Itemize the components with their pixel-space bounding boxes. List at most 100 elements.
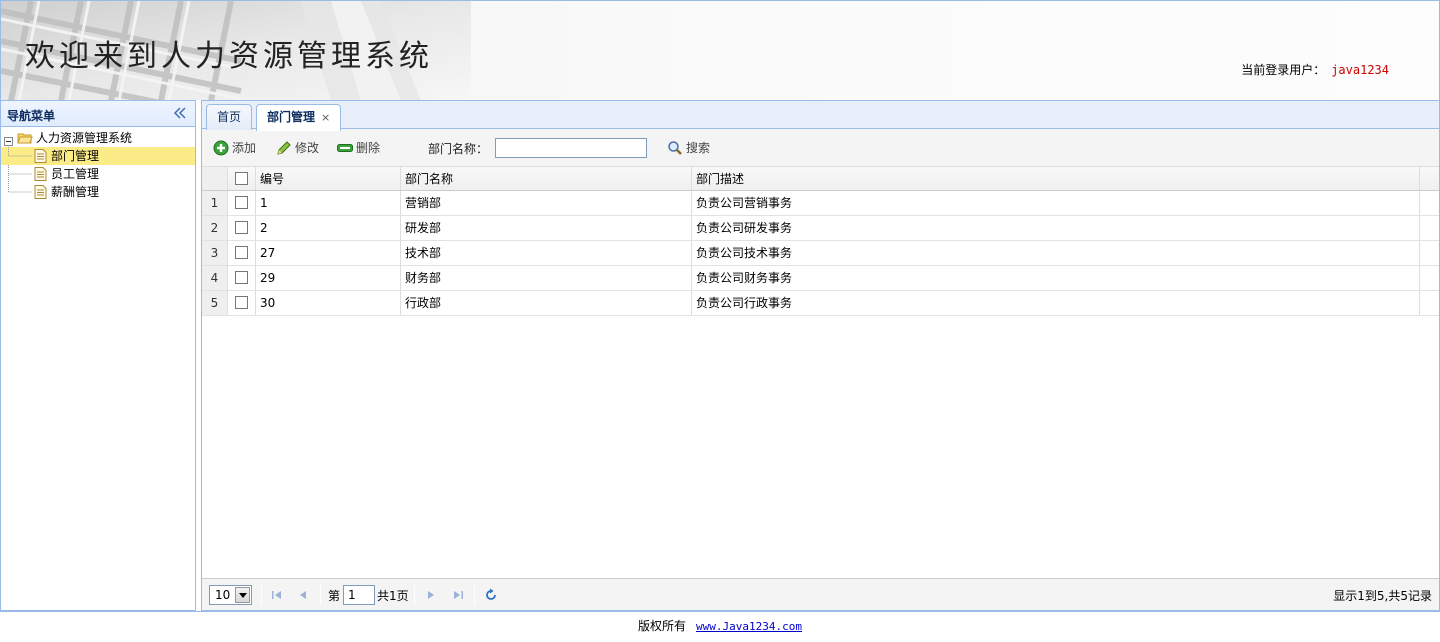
tabs-container: 首页 部门管理 × 添加 修改 删除 部门名称： 搜索 编号 部门名称 部门描述…: [201, 100, 1440, 611]
add-button[interactable]: 添加: [213, 139, 261, 157]
grid-body: 1 1 营销部 负责公司营销事务 2 2 研发部 负责公司研发事务 3 27 技术部 负责公司技术事务…: [202, 191, 1439, 316]
dropdown-arrow-icon[interactable]: [235, 587, 250, 603]
pencil-icon: [277, 141, 291, 155]
row-number: 4: [202, 266, 228, 290]
table-row[interactable]: 4 29 财务部 负责公司财务事务: [202, 266, 1439, 291]
login-username: java1234: [1331, 63, 1389, 77]
select-all-cell: [228, 167, 256, 190]
edit-button[interactable]: 修改: [276, 139, 324, 157]
footer: 版权所有 www.Java1234.com: [0, 611, 1440, 642]
delete-label: 删除: [356, 141, 381, 155]
cell-filler: [1420, 191, 1439, 215]
column-header-name[interactable]: 部门名称: [401, 167, 692, 190]
tab-label: 部门管理: [267, 110, 316, 124]
cell-desc: 负责公司营销事务: [692, 191, 1420, 215]
row-number-header: [202, 167, 228, 190]
last-page-icon[interactable]: [451, 588, 465, 602]
row-select-cell: [228, 291, 256, 315]
cell-name: 技术部: [401, 241, 692, 265]
table-row[interactable]: 5 30 行政部 负责公司行政事务: [202, 291, 1439, 316]
prev-page-icon[interactable]: [296, 588, 310, 602]
search-button[interactable]: 搜索: [667, 139, 715, 157]
cell-filler: [1420, 241, 1439, 265]
tab-home[interactable]: 首页: [206, 104, 253, 130]
refresh-icon[interactable]: [484, 588, 498, 602]
data-grid: 编号 部门名称 部门描述 1 1 营销部 负责公司营销事务 2 2 研发部 负责公司研发事务 3…: [202, 167, 1439, 316]
tab-label: 首页: [217, 110, 242, 124]
row-select-cell: [228, 266, 256, 290]
tree-node-root[interactable]: 人力资源管理系统: [1, 129, 195, 147]
page-total: 共1页: [377, 589, 409, 603]
sidebar-item-employee[interactable]: 员工管理: [1, 165, 195, 183]
row-number: 3: [202, 241, 228, 265]
nav-panel: 导航菜单 人力资源管理系统 部门管理 员工管理 薪酬管理: [0, 100, 196, 611]
close-icon[interactable]: ×: [321, 111, 330, 124]
row-number: 5: [202, 291, 228, 315]
delete-button[interactable]: 删除: [337, 139, 385, 157]
column-header-desc[interactable]: 部门描述: [692, 167, 1420, 190]
sidebar-item-label: 部门管理: [51, 149, 100, 163]
page-size-select[interactable]: 10: [209, 585, 252, 605]
row-checkbox[interactable]: [235, 246, 248, 259]
row-select-cell: [228, 216, 256, 240]
sidebar-item-salary[interactable]: 薪酬管理: [1, 183, 195, 201]
nav-tree: 人力资源管理系统 部门管理 员工管理 薪酬管理: [1, 127, 195, 201]
row-select-cell: [228, 241, 256, 265]
cell-id: 29: [256, 266, 401, 290]
grid-header: 编号 部门名称 部门描述: [202, 167, 1439, 191]
edit-label: 修改: [295, 141, 320, 155]
tree-root-label: 人力资源管理系统: [36, 131, 133, 145]
add-label: 添加: [232, 141, 257, 155]
sidebar-item-department[interactable]: 部门管理: [1, 147, 195, 165]
page-info: 显示1到5,共5记录: [1333, 589, 1432, 603]
cell-name: 财务部: [401, 266, 692, 290]
file-icon: [34, 185, 47, 204]
app-header: 欢迎来到人力资源管理系统 当前登录用户： java1234: [0, 0, 1440, 100]
login-info: 当前登录用户： java1234: [1241, 61, 1389, 78]
row-checkbox[interactable]: [235, 196, 248, 209]
select-all-checkbox[interactable]: [235, 172, 248, 185]
cell-id: 1: [256, 191, 401, 215]
copyright-text: 版权所有: [638, 619, 687, 633]
row-checkbox[interactable]: [235, 271, 248, 284]
minus-icon: [337, 144, 353, 152]
cell-id: 27: [256, 241, 401, 265]
table-row[interactable]: 1 1 营销部 负责公司营销事务: [202, 191, 1439, 216]
cell-desc: 负责公司技术事务: [692, 241, 1420, 265]
page-size-value: 10: [215, 588, 231, 602]
search-icon: [668, 141, 682, 155]
sidebar-item-label: 薪酬管理: [51, 185, 100, 199]
toolbar: 添加 修改 删除 部门名称： 搜索: [202, 129, 1439, 167]
nav-panel-header: 导航菜单: [1, 101, 195, 127]
cell-name: 营销部: [401, 191, 692, 215]
table-row[interactable]: 2 2 研发部 负责公司研发事务: [202, 216, 1439, 241]
page-number-input[interactable]: [343, 585, 375, 605]
search-label: 部门名称：: [428, 142, 489, 156]
cell-filler: [1420, 266, 1439, 290]
pagination-bar: 10 第 共1页 显示1到5,共: [202, 578, 1439, 610]
cell-filler: [1420, 291, 1439, 315]
row-number: 2: [202, 216, 228, 240]
column-header-id[interactable]: 编号: [256, 167, 401, 190]
next-page-icon[interactable]: [424, 588, 438, 602]
tabs-header: 首页 部门管理 ×: [201, 100, 1440, 131]
footer-link[interactable]: www.Java1234.com: [696, 620, 802, 633]
plus-icon: [213, 140, 229, 156]
app-title: 欢迎来到人力资源管理系统: [25, 39, 433, 74]
sidebar-item-label: 员工管理: [51, 167, 100, 181]
row-checkbox[interactable]: [235, 221, 248, 234]
cell-id: 30: [256, 291, 401, 315]
row-checkbox[interactable]: [235, 296, 248, 309]
page-prefix: 第: [328, 589, 341, 603]
nav-panel-title: 导航菜单: [7, 109, 56, 123]
login-label: 当前登录用户：: [1241, 63, 1326, 77]
cell-desc: 负责公司财务事务: [692, 266, 1420, 290]
first-page-icon[interactable]: [270, 588, 284, 602]
cell-id: 2: [256, 216, 401, 240]
tab-department[interactable]: 部门管理 ×: [256, 104, 342, 131]
table-row[interactable]: 3 27 技术部 负责公司技术事务: [202, 241, 1439, 266]
search-input[interactable]: [495, 138, 647, 158]
double-chevron-left-icon[interactable]: [173, 106, 187, 120]
cell-desc: 负责公司行政事务: [692, 291, 1420, 315]
search-button-label: 搜索: [686, 141, 711, 155]
